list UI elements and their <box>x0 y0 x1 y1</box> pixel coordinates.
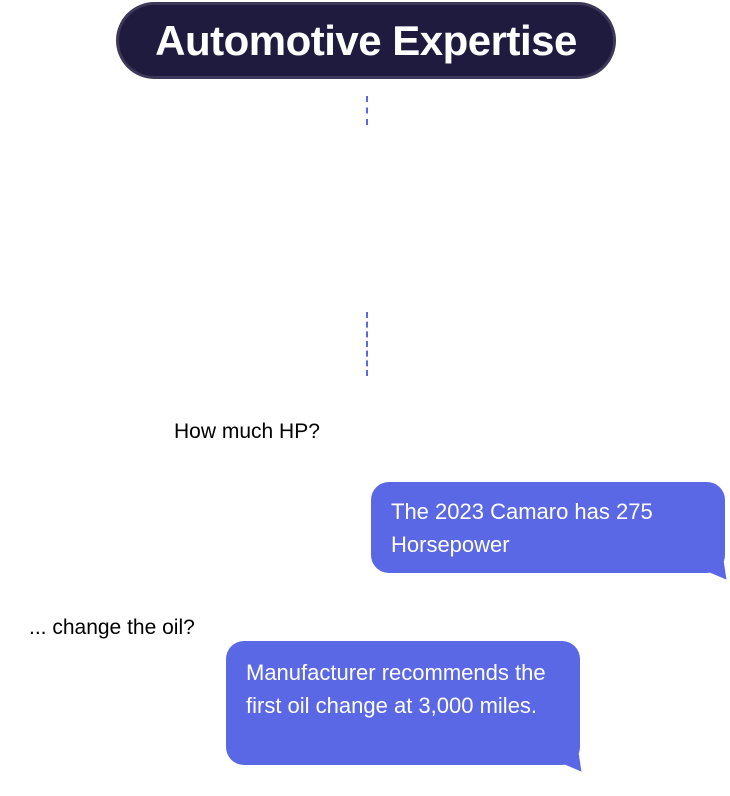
dashed-connector <box>366 96 368 125</box>
bubble-tail <box>564 753 588 778</box>
dashed-connector <box>366 312 368 376</box>
question-label: How much HP? <box>174 420 320 443</box>
bubble-tail <box>709 561 730 586</box>
question-label: ... change the oil? <box>29 616 195 639</box>
page-title: Automotive Expertise <box>155 16 577 64</box>
answer-text: The 2023 Camaro has 275 Horsepower <box>391 499 653 557</box>
answer-bubble: Manufacturer recommends the first oil ch… <box>226 641 588 778</box>
answer-bubble: The 2023 Camaro has 275 Horsepower <box>371 482 730 586</box>
answer-text: Manufacturer recommends the first oil ch… <box>246 660 546 718</box>
title-pill: Automotive Expertise <box>116 2 616 79</box>
